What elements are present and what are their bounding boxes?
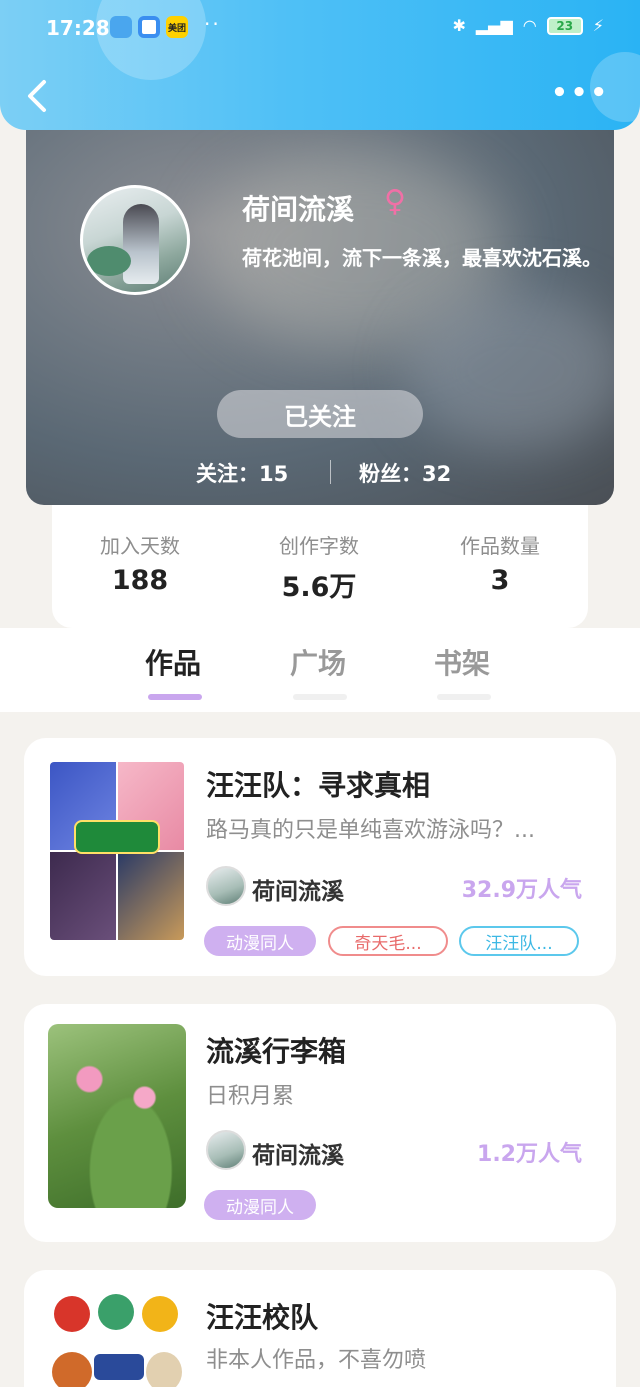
tab-bar: 作品 广场 书架 — [0, 628, 640, 712]
chevron-left-icon[interactable] — [22, 76, 52, 116]
decor-glow — [406, 290, 614, 450]
work-title[interactable]: 汪汪校队 — [206, 1296, 318, 1336]
cover-character — [54, 1296, 90, 1332]
stat-value: 188 — [111, 565, 169, 596]
tag-chip[interactable]: 汪汪队... — [459, 926, 579, 956]
work-card[interactable]: 汪汪队：寻求真相 路马真的只是单纯喜欢游泳吗？... 荷间流溪 32.9万人气 … — [24, 738, 616, 976]
tag-chip[interactable]: 动漫同人 — [204, 926, 316, 956]
author-avatar — [206, 866, 246, 906]
work-description: 路马真的只是单纯喜欢游泳吗？... — [206, 818, 535, 843]
work-description: 非本人作品，不喜勿喷 — [206, 1348, 427, 1373]
tab-square[interactable]: 广场 — [290, 642, 346, 682]
work-card[interactable]: 流溪行李箱 日积月累 荷间流溪 1.2万人气 动漫同人 — [24, 1004, 616, 1242]
work-author: 荷间流溪 — [252, 879, 344, 905]
female-icon: ♀ — [384, 184, 406, 219]
meituan-app-icon: 美团 — [166, 16, 188, 38]
tag-chip[interactable]: 奇天毛... — [328, 926, 448, 956]
stat-label: 作品数量 — [460, 534, 540, 558]
following-count[interactable]: 关注：15 — [196, 458, 288, 488]
status-bar: 17:28 美团 ·· ✱ ▂▄▆ ◠ 23 ⚡ — [0, 10, 640, 46]
follow-button[interactable]: 已关注 — [217, 390, 423, 438]
stats-panel: 加入天数 188 创作字数 5.6万 作品数量 3 — [52, 500, 588, 628]
more-notifications-icon: ·· — [204, 12, 221, 36]
work-cover[interactable] — [48, 1024, 186, 1208]
followers-count[interactable]: 粉丝：32 — [359, 458, 451, 488]
tab-indicator — [437, 694, 491, 700]
profile-name: 荷间流溪 — [242, 193, 355, 226]
stat-label: 加入天数 — [100, 534, 180, 558]
stat-join-days: 加入天数 188 — [50, 530, 230, 596]
stat-word-count: 创作字数 5.6万 — [229, 530, 409, 604]
work-popularity: 32.9万人气 — [461, 878, 582, 903]
wifi-icon: ◠ — [522, 16, 537, 35]
follow-counts: 关注：15 粉丝：32 — [26, 454, 614, 490]
work-popularity: 1.2万人气 — [477, 1142, 582, 1167]
author-avatar — [206, 1130, 246, 1170]
charging-icon: ⚡ — [592, 16, 604, 35]
top-bar: 17:28 美团 ·· ✱ ▂▄▆ ◠ 23 ⚡ ••• — [0, 0, 640, 130]
tab-works[interactable]: 作品 — [145, 642, 201, 682]
status-time: 17:28 — [46, 16, 110, 40]
work-author: 荷间流溪 — [252, 1143, 344, 1169]
bluetooth-icon: ✱ — [452, 16, 466, 35]
divider — [330, 460, 331, 484]
work-cover[interactable] — [50, 762, 184, 940]
stat-value: 3 — [490, 565, 510, 596]
work-cover[interactable] — [50, 1292, 184, 1387]
avatar-leaf — [87, 246, 131, 276]
tab-indicator — [148, 694, 202, 700]
more-dots-icon[interactable]: ••• — [551, 78, 610, 108]
cover-character — [98, 1294, 134, 1330]
tag-chip[interactable]: 动漫同人 — [204, 1190, 316, 1220]
avatar-figure — [123, 204, 159, 284]
cover-character — [146, 1352, 182, 1387]
work-title[interactable]: 流溪行李箱 — [206, 1030, 346, 1070]
tab-bookshelf[interactable]: 书架 — [434, 642, 490, 682]
work-card[interactable]: 汪汪校队 非本人作品，不喜勿喷 — [24, 1270, 616, 1387]
weather-app-icon — [110, 16, 132, 38]
browser-app-icon — [138, 16, 160, 38]
battery-icon: 23 — [546, 16, 583, 35]
tab-indicator — [293, 694, 347, 700]
stat-value: 5.6万 — [281, 572, 357, 603]
cover-character — [142, 1296, 178, 1332]
cover-title-badge — [94, 1354, 144, 1380]
profile-bio: 荷花池间，流下一条溪，最喜欢沈石溪。 — [242, 246, 602, 270]
cover-character — [52, 1352, 92, 1387]
cover-title-badge — [74, 820, 160, 854]
work-description: 日积月累 — [206, 1084, 295, 1109]
avatar[interactable] — [80, 185, 190, 295]
work-title[interactable]: 汪汪队：寻求真相 — [206, 764, 430, 804]
profile-card: 荷间流溪 ♀ 荷花池间，流下一条溪，最喜欢沈石溪。 已关注 关注：15 粉丝：3… — [26, 110, 614, 505]
status-indicators: ✱ ▂▄▆ ◠ 23 ⚡ — [452, 16, 604, 35]
stat-label: 创作字数 — [279, 534, 359, 558]
signal-icon: ▂▄▆ — [475, 16, 513, 35]
stat-works-count: 作品数量 3 — [410, 530, 590, 596]
